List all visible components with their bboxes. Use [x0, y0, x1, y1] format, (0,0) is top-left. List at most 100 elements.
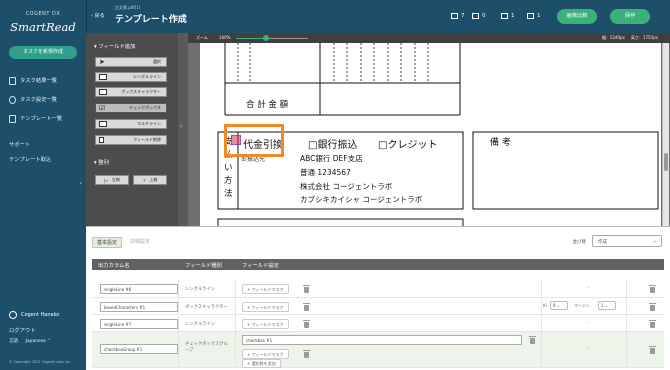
align-left-button[interactable]: |← 左揃: [95, 175, 129, 185]
output-name-input[interactable]: singleLine #6: [100, 284, 178, 294]
save-button[interactable]: 保存: [610, 9, 650, 24]
canvas-scrollbar[interactable]: [662, 43, 669, 226]
sidebar-item-label: タスク設定一覧: [20, 97, 58, 103]
field-mask-button[interactable]: + フィールドマスク: [242, 302, 289, 312]
sidebar-item-task-settings[interactable]: タスク設定一覧: [9, 95, 57, 105]
single-line-counter: 7: [451, 13, 465, 19]
zoom-slider[interactable]: [236, 35, 308, 41]
single-line-count-icon: [451, 13, 458, 19]
sort-select[interactable]: 作成 ⌄: [592, 235, 662, 247]
trash-icon[interactable]: [529, 336, 536, 344]
chevron-left-icon: ‹: [180, 123, 183, 130]
language-row[interactable]: 言語 Japanese ⌃: [9, 338, 51, 344]
field-add-heading[interactable]: ▾ フィールド追加: [94, 42, 135, 50]
copyright: © Copyright 2021 Cogent Labs Inc.: [9, 360, 72, 364]
trash-icon[interactable]: [303, 320, 310, 328]
digit-count-select[interactable]: 8 ⌄: [550, 301, 568, 310]
tool-select[interactable]: ➤ 選択: [95, 57, 167, 67]
add-option-button[interactable]: + 選択肢を追加: [242, 359, 281, 368]
margin-select[interactable]: 1 ⌄: [598, 301, 616, 310]
remarks-label: 備 考: [490, 138, 511, 148]
checkbox-option-input[interactable]: checkbox #1: [242, 335, 522, 345]
trash-icon[interactable]: [649, 320, 656, 328]
document-icon: [9, 77, 16, 85]
tool-multiline[interactable]: マルチライン: [95, 119, 167, 129]
template-import-link[interactable]: テンプレート取込: [9, 155, 51, 163]
field-mask-button[interactable]: + フィールドマスク: [242, 319, 289, 329]
output-name-input[interactable]: boxedCharacters #1: [100, 302, 178, 312]
field-tool-panel: ▾ フィールド追加 ➤ 選択 シングルライン ボックスキャラクター ☑ チェック…: [86, 33, 178, 226]
zoom-slider-handle[interactable]: [263, 35, 269, 41]
bank-line-2: 普通 1234567: [300, 168, 351, 177]
sidebar-item-label: タスク結果一覧: [20, 78, 58, 84]
tool-box-character[interactable]: ボックスキャラクター: [95, 87, 167, 97]
back-button[interactable]: ‹ 戻る: [91, 12, 105, 19]
trash-icon[interactable]: [649, 285, 656, 293]
field-mask-button[interactable]: + フィールドマスク: [242, 349, 289, 359]
trash-icon[interactable]: [303, 285, 310, 293]
zoom-label: ズーム: [196, 35, 208, 40]
language-value: Japanese: [25, 339, 46, 344]
placeholder-dash: -: [588, 320, 590, 326]
option-credit: □クレジット: [378, 140, 438, 151]
scrollbar-thumb[interactable]: [664, 153, 668, 171]
trash-icon[interactable]: [649, 303, 656, 311]
template-canvas[interactable]: 合 計 金 額 支 払 い 方 法 代金引換 □銀行振込 □クレジット お振込先…: [188, 43, 670, 226]
chevron-up-icon: ⌃: [47, 339, 52, 344]
panel-toggle[interactable]: ‹: [178, 33, 188, 226]
user-profile[interactable]: Cogent Hanako: [9, 311, 59, 319]
column-divider: [178, 280, 179, 368]
multiline-count-icon: [527, 13, 534, 19]
trash-icon[interactable]: [303, 303, 310, 311]
user-name: Cogent Hanako: [21, 312, 60, 318]
align-left-icon: |←: [104, 177, 109, 183]
field-settings-panel: 基本設定 詳細設定 並び替 作成 ⌄ 出力カラム名 フィールド種別 フィールド設…: [86, 226, 670, 370]
support-link[interactable]: サポート: [9, 140, 30, 148]
bank-line-1: ABC銀行 DEF支店: [300, 154, 363, 163]
trash-icon[interactable]: [649, 346, 656, 354]
trash-icon[interactable]: [303, 350, 310, 358]
image-compare-button[interactable]: 画像比較: [557, 9, 597, 24]
app-sidebar: COGENT DX SmartRead タスクを新規作成 タスク結果一覧 タスク…: [0, 0, 86, 370]
tool-single-line[interactable]: シングルライン: [95, 72, 167, 82]
placeholder-dash: -: [588, 346, 590, 352]
sidebar-collapse-icon[interactable]: ‹: [80, 180, 82, 187]
margin-label: マージン: [574, 303, 590, 308]
new-task-button[interactable]: タスクを新規作成: [9, 46, 77, 59]
box-character-count-icon: [472, 13, 479, 19]
placeholder-dash: -: [588, 285, 590, 291]
canvas-dimensions: 幅：1240px 高さ：1753px: [602, 35, 658, 41]
selected-checkbox-field[interactable]: [231, 135, 241, 145]
column-field-type: フィールド種別: [185, 263, 222, 269]
digit-count-label: 桁: [543, 303, 547, 308]
tab-basic-settings[interactable]: 基本設定: [92, 237, 123, 248]
output-name-input[interactable]: checkboxGroup #1: [100, 344, 178, 354]
align-heading[interactable]: ▾ 整列: [94, 158, 109, 166]
multiline-icon: [99, 121, 107, 127]
column-output-name: 出力カラム名: [98, 263, 130, 269]
sidebar-item-task-results[interactable]: タスク結果一覧: [9, 76, 57, 86]
sidebar-item-label: テンプレート一覧: [20, 116, 63, 122]
zoom-bar: ズーム 100% 幅：1240px 高さ：1753px: [188, 33, 670, 43]
canvas-width: 幅：1240px: [601, 35, 625, 40]
file-name: 注文票.pdf(1): [115, 5, 141, 10]
document-page[interactable]: 合 計 金 額 支 払 い 方 法 代金引換 □銀行振込 □クレジット お振込先…: [200, 43, 661, 226]
bank-line-4: カブシキカイシャ コージェントラボ: [300, 195, 423, 204]
language-label: 言語: [9, 339, 18, 344]
single-line-icon: [99, 74, 107, 80]
sidebar-item-templates[interactable]: テンプレート一覧: [9, 114, 62, 124]
align-top-button[interactable]: ⊤ 上揃: [133, 175, 167, 185]
field-type: ボックスキャラクター: [185, 305, 228, 310]
output-name-input[interactable]: singleLine #7: [100, 319, 178, 329]
tool-checkbox[interactable]: ☑ チェックボックス: [95, 103, 167, 113]
canvas-height: 高さ：1753px: [630, 35, 658, 40]
sort-label: 並び替: [572, 240, 587, 245]
tool-delete-field[interactable]: フィールド削除: [95, 135, 167, 145]
settings-icon: [9, 96, 16, 104]
field-mask-button[interactable]: + フィールドマスク: [242, 284, 289, 294]
checkbox-count-icon: [501, 13, 508, 19]
field-type: シングルライン: [185, 287, 216, 292]
logout-link[interactable]: ログアウト: [9, 326, 36, 334]
chevron-down-icon: ⌄: [652, 238, 657, 244]
tab-detail-settings[interactable]: 詳細設定: [126, 237, 154, 248]
